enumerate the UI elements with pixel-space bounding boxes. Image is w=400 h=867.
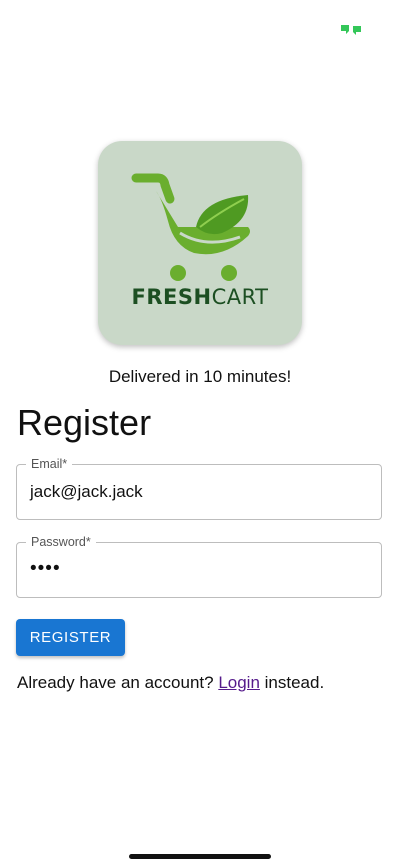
email-field[interactable]: Email* jack@jack.jack	[16, 456, 382, 520]
password-label: Password*	[26, 534, 96, 550]
chat-bubbles-icon	[338, 22, 364, 38]
logo-wordmark: FRESHCART	[98, 285, 302, 309]
page-title: Register	[17, 402, 152, 443]
logo-wordmark-fresh: FRESH	[131, 285, 212, 309]
email-label: Email*	[26, 456, 73, 472]
register-button[interactable]: REGISTER	[16, 619, 125, 656]
login-link[interactable]: Login	[218, 673, 260, 692]
shopping-cart-leaf-icon	[131, 173, 250, 281]
tagline: Delivered in 10 minutes!	[108, 367, 292, 386]
freshcart-logo: FRESHCART	[98, 141, 302, 345]
home-indicator[interactable]	[129, 854, 271, 859]
login-prompt-prefix: Already have an account?	[17, 673, 219, 692]
login-prompt-suffix: instead.	[259, 673, 325, 692]
password-value[interactable]: ••••	[30, 559, 61, 579]
password-field[interactable]: Password* ••••	[16, 534, 382, 598]
logo-wordmark-cart: CART	[211, 285, 269, 309]
login-prompt: Already have an account? Login instead.	[17, 673, 324, 693]
email-value[interactable]: jack@jack.jack	[30, 482, 143, 502]
